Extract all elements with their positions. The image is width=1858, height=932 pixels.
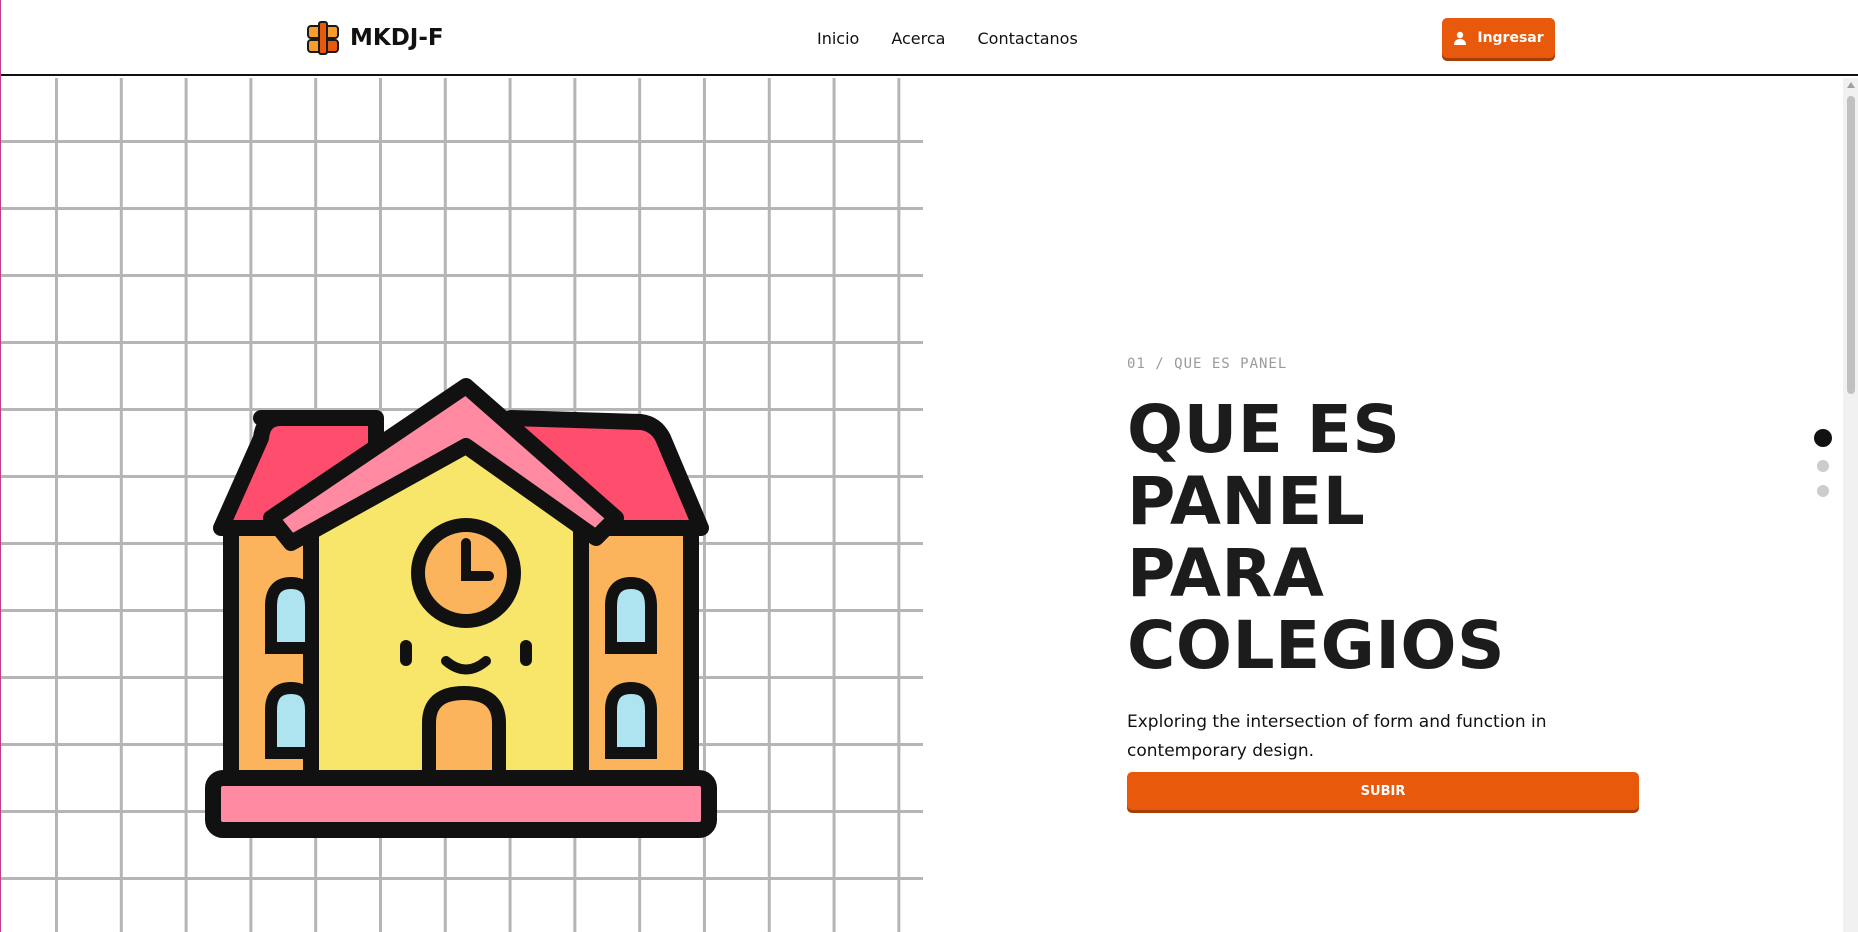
scrollbar-thumb[interactable] [1847, 96, 1855, 394]
hero-headline: QUE ES PANEL PARA COLEGIOS [1127, 394, 1647, 682]
hero-illustration-panel [1, 78, 923, 932]
page: MKDJ-F Inicio Acerca Contactanos Ingresa… [0, 0, 1858, 932]
school-building-icon [205, 378, 717, 838]
headline-line: COLEGIOS [1127, 607, 1506, 684]
login-button[interactable]: Ingresar [1442, 18, 1555, 58]
nav-link-contactanos[interactable]: Contactanos [977, 29, 1077, 48]
scroll-up-arrow-icon[interactable] [1847, 82, 1855, 88]
hero-content: 01 / QUE ES PANEL QUE ES PANEL PARA COLE… [1127, 356, 1647, 810]
headline-line: QUE ES PANEL [1127, 391, 1401, 540]
top-navbar: MKDJ-F Inicio Acerca Contactanos Ingresa… [1, 0, 1858, 76]
section-pagination [1814, 429, 1832, 497]
subir-button[interactable]: SUBIR [1127, 772, 1639, 810]
main-nav: Inicio Acerca Contactanos [817, 29, 1078, 48]
login-button-label: Ingresar [1477, 30, 1544, 46]
nav-link-inicio[interactable]: Inicio [817, 29, 859, 48]
hero-description: Exploring the intersection of form and f… [1127, 712, 1547, 761]
pagination-dot-1[interactable] [1814, 429, 1832, 447]
brand-name: MKDJ-F [350, 25, 444, 51]
vertical-scrollbar[interactable] [1843, 78, 1858, 932]
user-icon [1454, 31, 1467, 45]
section-eyebrow: 01 / QUE ES PANEL [1127, 356, 1288, 372]
pagination-dot-2[interactable] [1817, 460, 1829, 472]
brand-logo-icon [307, 21, 339, 55]
brand[interactable]: MKDJ-F [306, 21, 444, 55]
headline-line: PARA [1127, 535, 1325, 612]
pagination-dot-3[interactable] [1817, 485, 1829, 497]
nav-link-acerca[interactable]: Acerca [891, 29, 945, 48]
